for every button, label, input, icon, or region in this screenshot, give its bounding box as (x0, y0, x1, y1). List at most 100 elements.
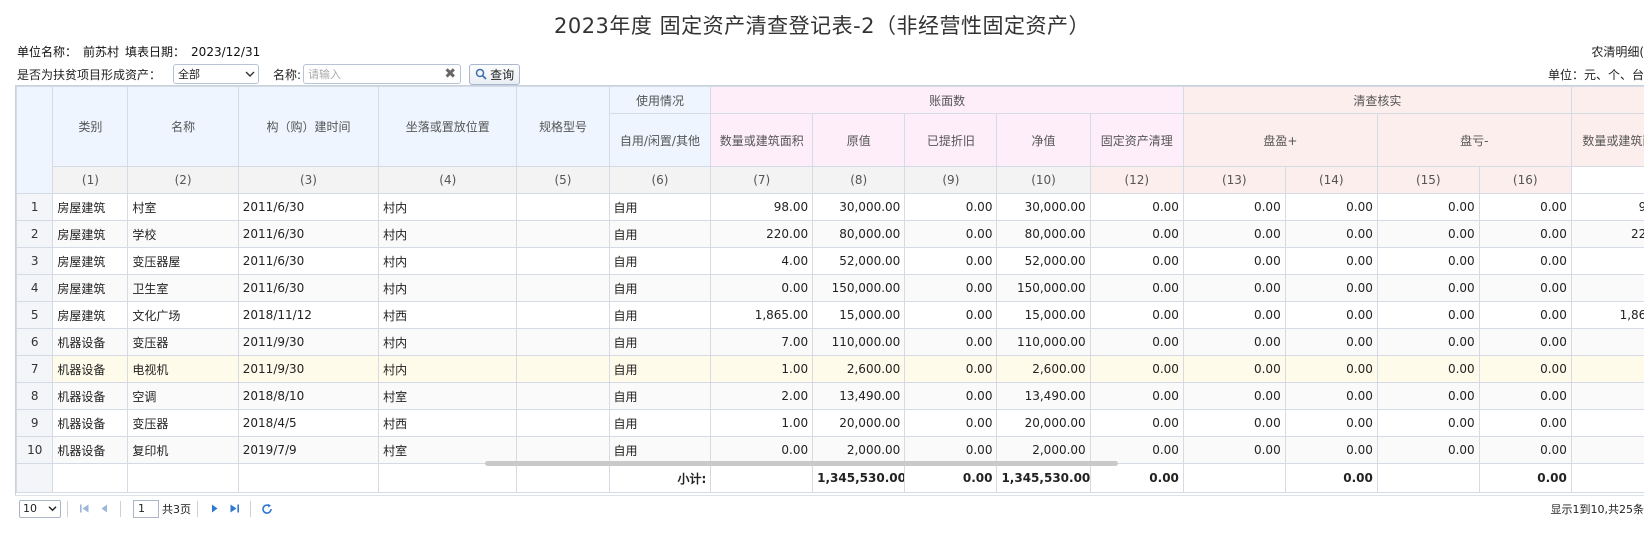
verify-group-header: 清查核实 (1182, 86, 1572, 114)
col-usage-header: 自用/闲置/其他 (608, 113, 712, 167)
cell-deficit-amount: 0.00 (1478, 301, 1572, 329)
col-num-3: (3) (237, 166, 380, 194)
query-button[interactable]: 查询 (469, 63, 521, 85)
cell-deficit-amount: 0.00 (1478, 247, 1572, 275)
cell-location: 村室 (378, 436, 518, 464)
cell-deficit-qty: 0.00 (1376, 247, 1480, 275)
cell-depreciated: 0.00 (904, 220, 998, 248)
cell-qty: 0.00 (710, 274, 814, 302)
first-page-icon[interactable] (77, 502, 91, 516)
col-depreciated-header: 已提折旧 (904, 113, 998, 167)
table-row[interactable]: 4 房屋建筑 卫生室 2011/6/30 村内 自用 0.00 150,000.00 0.00 1… (16, 274, 1644, 302)
cell-surplus-amount: 0.00 (1284, 220, 1378, 248)
cell-original: 52,000.00 (812, 247, 906, 275)
poverty-filter-select[interactable]: 全部 (173, 64, 260, 84)
page-title: 2023年度 固定资产清查登记表-2（非经营性固定资产） (553, 14, 1091, 38)
cell-deficit-amount: 0.00 (1478, 328, 1572, 356)
cell-category: 机器设备 (52, 382, 129, 410)
cell-qty: 220.00 (710, 220, 814, 248)
cell-qty-verified: 4.00 (1570, 247, 1644, 275)
cell-name: 文化广场 (127, 301, 239, 329)
cell-deficit-qty: 0.00 (1376, 220, 1480, 248)
cell-surplus-qty: 0.00 (1182, 301, 1286, 329)
table-row[interactable]: 6 机器设备 变压器 2011/9/30 村内 自用 7.00 110,000.00 0.00 1… (16, 328, 1644, 356)
cell-category: 机器设备 (52, 409, 129, 437)
table-row[interactable]: 2 房屋建筑 学校 2011/6/30 村内 自用 220.00 80,000.00 0.00 8… (16, 220, 1644, 248)
col-num-5: (5) (516, 166, 610, 194)
table-row[interactable]: 10 机器设备 复印机 2019/7/9 村室 自用 0.00 2,000.00 0.00 2,0… (16, 436, 1644, 464)
cell-cleanup: 0.00 (1089, 328, 1184, 356)
cell-surplus-qty: 0.00 (1182, 274, 1286, 302)
cell-qty: 1,865.00 (710, 301, 814, 329)
page-number-input[interactable]: 1 (133, 499, 159, 518)
cell-surplus-qty: 0.00 (1182, 436, 1286, 464)
cell-qty: 2.00 (710, 382, 814, 410)
table-row[interactable]: 9 机器设备 变压器 2018/4/5 村西 自用 1.00 20,000.00 0.00 20,… (16, 409, 1644, 437)
date-label: 填表日期： (125, 45, 186, 59)
cell-deficit-amount: 0.00 (1478, 193, 1572, 221)
cell-deficit-qty: 0.00 (1376, 436, 1480, 464)
table-row[interactable]: 1 房屋建筑 村室 2011/6/30 村内 自用 98.00 30,000.00 0.00 30… (16, 193, 1644, 221)
cell-surplus-amount: 0.00 (1284, 301, 1378, 329)
last-page-icon[interactable] (227, 502, 241, 516)
col-num-14: (14) (1284, 166, 1378, 194)
cell-net: 2,600.00 (996, 355, 1091, 383)
query-button-label: 查询 (490, 67, 515, 82)
next-page-icon[interactable] (207, 502, 221, 516)
subtotal-cleanup: 0.00 (1089, 463, 1184, 493)
table-row[interactable]: 8 机器设备 空调 2018/8/10 村室 自用 2.00 13,490.00 0.00 13,… (16, 382, 1644, 410)
cell-usage: 自用 (608, 436, 712, 464)
cell-location: 村内 (378, 220, 518, 248)
cell-original: 150,000.00 (812, 274, 906, 302)
date-value: 2023/12/31 (191, 45, 261, 59)
cell-category: 房屋建筑 (52, 301, 129, 329)
name-search-input[interactable]: 请输入 ✖ (303, 64, 462, 84)
cell-surplus-qty: 0.00 (1182, 193, 1286, 221)
cell-depreciated: 0.00 (904, 274, 998, 302)
cell-cleanup: 0.00 (1089, 220, 1184, 248)
name-filter-label: 名称: (273, 67, 302, 82)
cell-build-time: 2018/11/12 (237, 301, 380, 329)
cell-depreciated: 0.00 (904, 436, 998, 464)
book-group-header: 账面数 (710, 86, 1184, 114)
cell-spec (516, 382, 610, 410)
cell-surplus-amount: 0.00 (1284, 328, 1378, 356)
name-search-placeholder: 请输入 (308, 68, 342, 81)
cell-location: 村内 (378, 274, 518, 302)
cell-spec (516, 193, 610, 221)
cell-surplus-amount: 0.00 (1284, 382, 1378, 410)
col-num-12: (12) (1089, 166, 1184, 194)
clear-icon[interactable]: ✖ (444, 66, 456, 82)
cell-net: 20,000.00 (996, 409, 1091, 437)
cell-surplus-amount: 0.00 (1284, 355, 1378, 383)
row-number: 9 (16, 409, 54, 437)
cell-deficit-qty: 0.00 (1376, 382, 1480, 410)
table-row[interactable]: 5 房屋建筑 文化广场 2018/11/12 村西 自用 1,865.00 15,000.00… (16, 301, 1644, 329)
cell-original: 2,600.00 (812, 355, 906, 383)
poverty-filter-label: 是否为扶贫项目形成资产： (17, 67, 162, 82)
subtotal-surplus-amount: 0.00 (1284, 463, 1378, 493)
col-num-10: (10) (996, 166, 1091, 194)
asset-table: 类别 名称 构（购）建时间 坐落或置放位置 规格型号 使用情况 账面数 清查核实… (15, 85, 1644, 495)
cell-category: 房屋建筑 (52, 274, 129, 302)
cell-qty-verified: 1.00 (1570, 355, 1644, 383)
table-row[interactable]: 7 机器设备 电视机 2011/9/30 村内 自用 1.00 2,600.00 0.00 2,6… (16, 355, 1644, 383)
cell-qty-verified: 98.00 (1570, 193, 1644, 221)
prev-page-icon[interactable] (97, 502, 111, 516)
cell-surplus-amount: 0.00 (1284, 274, 1378, 302)
cell-surplus-amount: 0.00 (1284, 247, 1378, 275)
page-size-select[interactable]: 10 (19, 499, 61, 518)
cell-name: 空调 (127, 382, 239, 410)
refresh-icon[interactable] (260, 502, 274, 516)
cell-qty: 1.00 (710, 409, 814, 437)
poverty-filter-value: 全部 (178, 68, 201, 81)
table-row[interactable]: 3 房屋建筑 变压器屋 2011/6/30 村内 自用 4.00 52,000.00 0.00 5… (16, 247, 1644, 275)
cell-usage: 自用 (608, 247, 712, 275)
cell-category: 房屋建筑 (52, 193, 129, 221)
row-number: 8 (16, 382, 54, 410)
col-num-8: (8) (812, 166, 906, 194)
horizontal-scrollbar[interactable] (485, 461, 1118, 466)
cell-spec (516, 355, 610, 383)
col-category-header: 类别 (52, 86, 129, 167)
col-num-6: (6) (608, 166, 712, 194)
